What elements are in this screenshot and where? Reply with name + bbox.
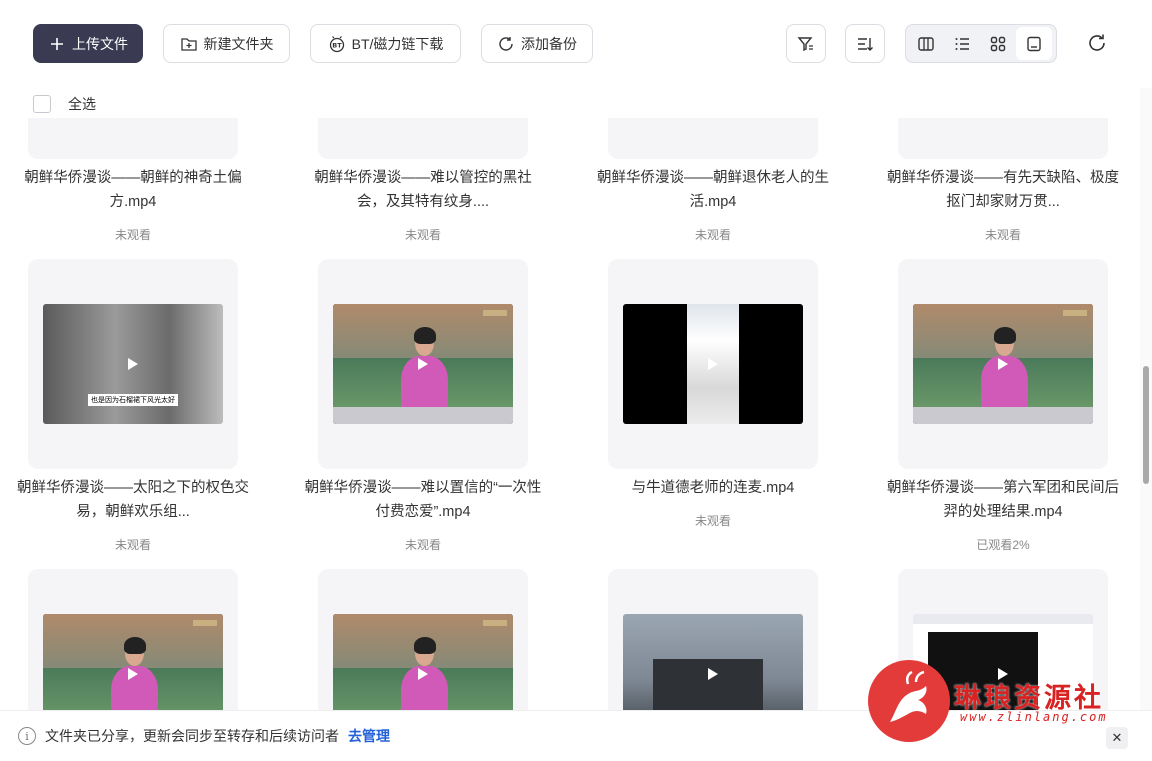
upload-button[interactable]: 上传文件 bbox=[33, 24, 143, 63]
add-backup-button[interactable]: 添加备份 bbox=[481, 24, 593, 63]
file-thumbnail-frame[interactable] bbox=[28, 569, 238, 710]
scrollbar-thumb[interactable] bbox=[1143, 366, 1149, 484]
preview-view-button[interactable] bbox=[1016, 27, 1052, 60]
select-all[interactable]: 全选 bbox=[33, 94, 96, 114]
refresh-icon bbox=[1089, 34, 1105, 51]
file-title[interactable]: 朝鲜华侨漫谈——朝鲜的神奇土偏方.mp4 bbox=[13, 166, 253, 214]
column-view-button[interactable] bbox=[908, 27, 944, 60]
file-thumbnail-frame[interactable] bbox=[898, 259, 1108, 469]
video-thumbnail[interactable] bbox=[913, 614, 1093, 710]
view-switcher bbox=[905, 24, 1057, 63]
video-thumbnail[interactable]: 也是因为石榴裙下风光太好 bbox=[43, 304, 223, 424]
watch-status: 未观看 bbox=[404, 228, 441, 242]
share-banner: i 文件夹已分享，更新会同步至转存和后续访问者 去管理 ✕ bbox=[0, 710, 1152, 761]
file-title[interactable]: 朝鲜华侨漫谈——太阳之下的权色交易，朝鲜欢乐组... bbox=[13, 476, 253, 524]
file-thumbnail-frame[interactable] bbox=[898, 118, 1108, 159]
grid-view-icon bbox=[990, 36, 1006, 51]
bt-download-button[interactable]: BT BT/磁力链下载 bbox=[310, 24, 461, 63]
file-thumbnail-frame[interactable] bbox=[28, 118, 238, 159]
video-thumbnail[interactable] bbox=[43, 614, 223, 710]
filter-icon bbox=[797, 36, 813, 51]
file-title[interactable]: 朝鲜华侨漫谈——难以管控的黑社会，及其特有纹身.... bbox=[303, 166, 543, 214]
bt-icon: BT bbox=[328, 35, 346, 53]
backup-icon bbox=[497, 35, 515, 53]
video-thumbnail[interactable] bbox=[913, 304, 1093, 424]
file-title[interactable]: 朝鲜华侨漫谈——朝鲜退休老人的生活.mp4 bbox=[593, 166, 833, 214]
file-title[interactable]: 朝鲜华侨漫谈——难以置信的“一次性付费恋爱”.mp4 bbox=[303, 476, 543, 524]
file-grid: 朝鲜华侨漫谈——朝鲜的神奇土偏方.mp4 未观看 朝鲜华侨漫谈——难以管控的黑社会，… bbox=[0, 118, 1140, 710]
scrollbar[interactable] bbox=[1140, 88, 1152, 710]
new-folder-label: 新建文件夹 bbox=[203, 35, 274, 52]
sort-button[interactable] bbox=[845, 24, 885, 63]
upload-label: 上传文件 bbox=[72, 35, 128, 52]
play-icon[interactable] bbox=[418, 358, 428, 370]
info-icon: i bbox=[18, 727, 36, 745]
watch-status: 未观看 bbox=[694, 514, 731, 528]
select-all-label: 全选 bbox=[68, 96, 96, 112]
column-view-icon bbox=[918, 36, 934, 51]
play-icon[interactable] bbox=[128, 668, 138, 680]
file-thumbnail-frame[interactable] bbox=[608, 259, 818, 469]
video-thumbnail[interactable] bbox=[623, 304, 803, 424]
watch-status: 未观看 bbox=[984, 228, 1021, 242]
video-thumbnail[interactable] bbox=[333, 614, 513, 710]
play-icon[interactable] bbox=[998, 668, 1008, 680]
grid-view-button[interactable] bbox=[980, 27, 1016, 60]
watch-status: 未观看 bbox=[114, 538, 151, 552]
file-thumbnail-frame[interactable] bbox=[608, 118, 818, 159]
add-backup-label: 添加备份 bbox=[521, 35, 577, 52]
banner-text: 文件夹已分享，更新会同步至转存和后续访问者 bbox=[45, 728, 339, 744]
close-banner-button[interactable]: ✕ bbox=[1106, 727, 1128, 749]
video-thumbnail[interactable] bbox=[333, 304, 513, 424]
list-view-icon bbox=[955, 37, 969, 50]
preview-view-icon bbox=[1027, 36, 1041, 51]
file-title[interactable]: 与牛道德老师的连麦.mp4 bbox=[593, 476, 833, 500]
file-thumbnail-frame[interactable] bbox=[318, 569, 528, 710]
play-icon[interactable] bbox=[708, 358, 718, 370]
play-icon[interactable] bbox=[708, 668, 718, 680]
file-thumbnail-frame[interactable] bbox=[608, 569, 818, 710]
plus-icon bbox=[48, 35, 66, 53]
sort-icon bbox=[858, 37, 873, 51]
bt-download-label: BT/磁力链下载 bbox=[351, 35, 444, 52]
manage-link[interactable]: 去管理 bbox=[348, 726, 390, 746]
list-view-button[interactable] bbox=[944, 27, 980, 60]
play-icon[interactable] bbox=[128, 358, 138, 370]
filter-button[interactable] bbox=[786, 24, 826, 63]
file-title[interactable]: 朝鲜华侨漫谈——有先天缺陷、极度抠门却家财万贯... bbox=[883, 166, 1123, 214]
play-icon[interactable] bbox=[998, 358, 1008, 370]
file-thumbnail-frame[interactable] bbox=[318, 118, 528, 159]
new-folder-button[interactable]: 新建文件夹 bbox=[163, 24, 290, 63]
watch-status: 未观看 bbox=[694, 228, 731, 242]
select-all-checkbox[interactable] bbox=[33, 95, 51, 113]
svg-text:BT: BT bbox=[332, 41, 342, 49]
file-thumbnail-frame[interactable] bbox=[318, 259, 528, 469]
toolbar: 上传文件 新建文件夹 BT BT/磁力链下载 添加备份 bbox=[0, 0, 1152, 88]
file-title[interactable]: 朝鲜华侨漫谈——第六军团和民间后羿的处理结果.mp4 bbox=[883, 476, 1123, 524]
folder-add-icon bbox=[180, 35, 198, 53]
video-caption: 也是因为石榴裙下风光太好 bbox=[88, 394, 178, 406]
watch-status: 已观看2% bbox=[976, 538, 1030, 552]
refresh-button[interactable] bbox=[1085, 31, 1109, 55]
video-thumbnail[interactable] bbox=[623, 614, 803, 710]
play-icon[interactable] bbox=[418, 668, 428, 680]
watch-status: 未观看 bbox=[114, 228, 151, 242]
file-thumbnail-frame[interactable] bbox=[898, 569, 1108, 710]
close-icon: ✕ bbox=[1111, 730, 1123, 745]
file-thumbnail-frame[interactable]: 也是因为石榴裙下风光太好 bbox=[28, 259, 238, 469]
watch-status: 未观看 bbox=[404, 538, 441, 552]
